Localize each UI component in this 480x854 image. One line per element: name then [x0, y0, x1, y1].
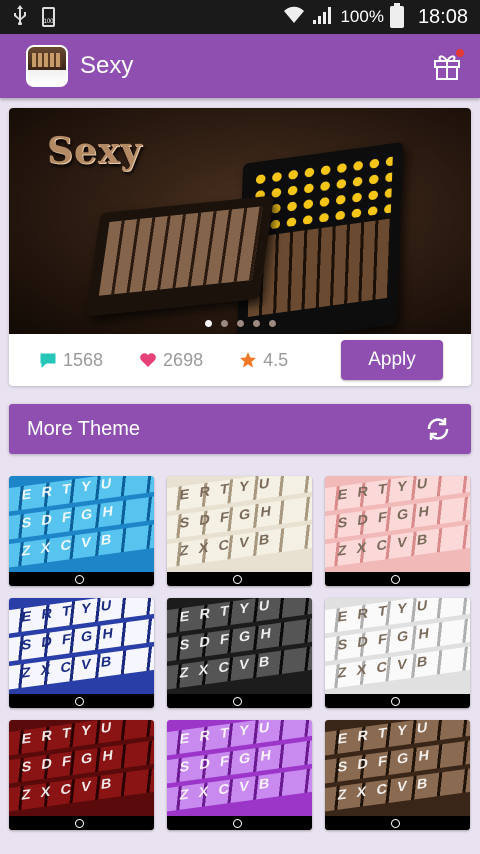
- carousel-dot[interactable]: [268, 320, 276, 327]
- likes-count: 2698: [163, 349, 204, 370]
- signal-icon: [312, 5, 334, 30]
- featured-theme-card: Sexy 1568 2698 4.5 Apply: [9, 108, 471, 386]
- carousel-dot[interactable]: [220, 320, 228, 327]
- more-theme-header: More Theme: [9, 404, 471, 454]
- app-bar: Sexy: [0, 34, 480, 98]
- status-bar: 100 100% 18:08: [0, 0, 480, 34]
- comment-icon: [40, 353, 56, 368]
- theme-tile-red[interactable]: ERTYU SDFGH ZXCVB: [9, 720, 154, 830]
- page-title: Sexy: [80, 52, 134, 79]
- banner-title: Sexy: [47, 130, 143, 172]
- theme-tile-purple[interactable]: ERTYU SDFGH ZXCVB: [167, 720, 312, 830]
- theme-tile-leopard[interactable]: ERTYU SDFGH ZXCVB: [325, 720, 470, 830]
- theme-tile-black[interactable]: ERTYU SDFGH ZXCVB: [167, 598, 312, 708]
- nav-bar: [325, 694, 470, 708]
- star-icon: [240, 352, 257, 368]
- rating-value: 4.5: [263, 349, 289, 370]
- rating-stat: 4.5: [239, 350, 288, 371]
- likes-stat[interactable]: 2698: [139, 350, 203, 371]
- notification-dot: [456, 49, 464, 57]
- battery-percent: 100%: [340, 7, 384, 26]
- theme-tile-blue[interactable]: ERTYU SDFGH ZXCVB: [9, 476, 154, 586]
- more-theme-label: More Theme: [27, 417, 141, 440]
- app-icon: [26, 45, 68, 87]
- preview-phone-keyboard: [85, 195, 275, 317]
- theme-tile-cream[interactable]: ERTYU SDFGH ZXCVB: [167, 476, 312, 586]
- nav-bar: [167, 694, 312, 708]
- wifi-icon: [282, 5, 306, 30]
- nav-bar: [9, 816, 154, 830]
- carousel-indicator: [9, 320, 471, 327]
- theme-tile-white[interactable]: ERTYU SDFGH ZXCVB: [325, 598, 470, 708]
- nav-bar: [9, 572, 154, 586]
- nav-bar: [9, 694, 154, 708]
- nav-bar: [167, 572, 312, 586]
- clock: 18:08: [417, 5, 468, 28]
- refresh-icon[interactable]: [423, 414, 453, 444]
- battery-icon: [389, 3, 404, 28]
- usb-icon: [12, 4, 28, 30]
- nav-bar: [325, 572, 470, 586]
- carousel-dot[interactable]: [204, 320, 212, 327]
- nav-bar: [325, 816, 470, 830]
- theme-grid: ERTYU SDFGH ZXCVB ERTYU SDFGH ZXCVB ERTY…: [9, 476, 471, 830]
- gift-button[interactable]: [430, 49, 464, 83]
- battery-notification-icon: 100: [42, 7, 55, 27]
- theme-stats: 1568 2698 4.5 Apply: [9, 334, 471, 386]
- apply-button[interactable]: Apply: [341, 340, 443, 380]
- nav-bar: [167, 816, 312, 830]
- heart-icon: [140, 353, 156, 367]
- carousel-dot[interactable]: [252, 320, 260, 327]
- carousel-dot[interactable]: [236, 320, 244, 327]
- comments-count: 1568: [63, 349, 104, 370]
- theme-tile-pink[interactable]: ERTYU SDFGH ZXCVB: [325, 476, 470, 586]
- theme-tile-navy[interactable]: ERTYU SDFGH ZXCVB: [9, 598, 154, 708]
- theme-preview-banner[interactable]: Sexy: [9, 108, 471, 334]
- comments-stat[interactable]: 1568: [39, 350, 103, 371]
